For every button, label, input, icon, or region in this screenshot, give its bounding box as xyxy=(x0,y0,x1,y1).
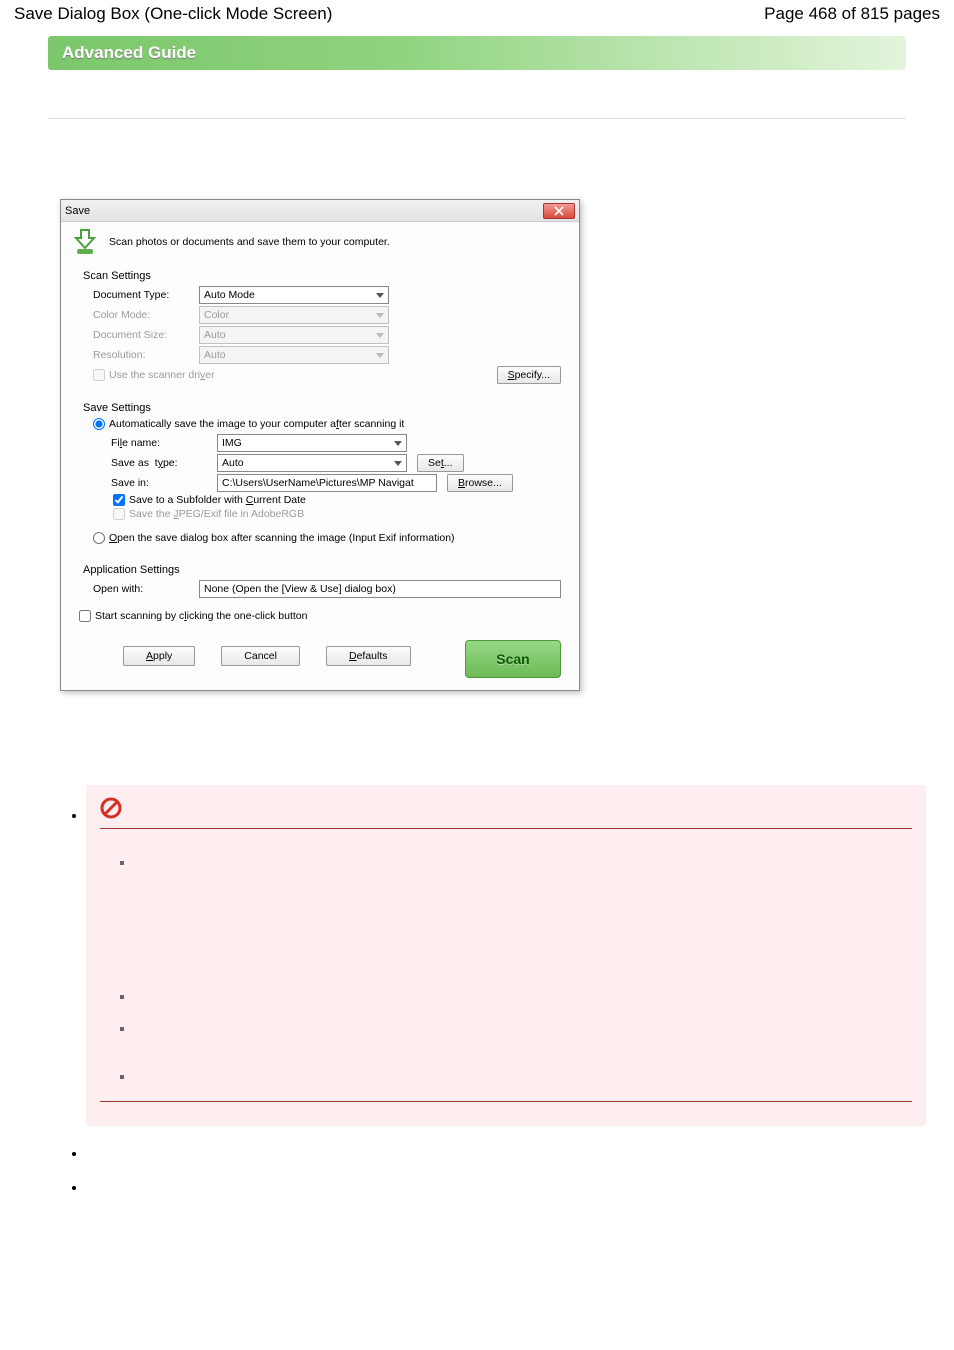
open-save-radio[interactable] xyxy=(93,532,105,544)
open-with-value: None (Open the [View & Use] dialog box) xyxy=(204,583,396,595)
resolution-value: Auto xyxy=(204,349,226,361)
defaults-button[interactable]: Defaults xyxy=(326,646,411,666)
page-title: Save Dialog Box (One-click Mode Screen) xyxy=(14,4,332,24)
divider xyxy=(48,118,906,119)
list-item xyxy=(86,1146,926,1160)
open-with-select[interactable]: None (Open the [View & Use] dialog box) xyxy=(199,580,561,598)
chevron-down-icon xyxy=(376,313,384,318)
advanced-guide-label: Advanced Guide xyxy=(62,43,196,63)
save-as-type-select[interactable]: Auto xyxy=(217,454,407,472)
use-scanner-driver-checkbox xyxy=(93,369,105,381)
page-counter: Page 468 of 815 pages xyxy=(764,4,940,24)
chevron-down-icon xyxy=(376,293,384,298)
start-scanning-label: Start scanning by clicking the one-click… xyxy=(95,610,307,622)
set-button[interactable]: Set... xyxy=(417,454,464,472)
document-type-label: Document Type: xyxy=(79,289,199,301)
open-save-radio-row[interactable]: Open the save dialog box after scanning … xyxy=(93,532,561,544)
list-item xyxy=(134,989,912,1003)
subfolder-checkbox[interactable] xyxy=(113,494,125,506)
save-as-type-label: Save as type: xyxy=(97,457,217,469)
auto-save-radio[interactable] xyxy=(93,418,105,430)
list-item xyxy=(134,1021,912,1035)
adobergb-label: Save the JPEG/Exif file in AdobeRGB xyxy=(129,508,304,520)
apply-button[interactable]: Apply xyxy=(123,646,195,666)
chevron-down-icon xyxy=(394,461,402,466)
use-scanner-driver-label: Use the scanner driver xyxy=(109,369,215,381)
open-save-radio-label: Open the save dialog box after scanning … xyxy=(109,532,455,544)
list-item xyxy=(134,855,912,869)
subfolder-label: Save to a Subfolder with Current Date xyxy=(129,494,306,506)
resolution-label: Resolution: xyxy=(79,349,199,361)
close-icon xyxy=(554,206,564,216)
scan-button[interactable]: Scan xyxy=(465,640,561,678)
cancel-button[interactable]: Cancel xyxy=(221,646,300,666)
auto-save-radio-row[interactable]: Automatically save the image to your com… xyxy=(93,418,561,430)
note-box xyxy=(86,785,926,1126)
save-in-label: Save in: xyxy=(97,477,217,489)
specify-button[interactable]: Specify... xyxy=(497,366,561,384)
app-settings-heading: Application Settings xyxy=(83,564,561,576)
prohibit-icon xyxy=(100,797,122,819)
use-scanner-driver-row: Use the scanner driver xyxy=(93,369,215,381)
subfolder-row[interactable]: Save to a Subfolder with Current Date xyxy=(113,494,561,506)
document-type-value: Auto Mode xyxy=(204,289,255,301)
file-name-field[interactable]: IMG xyxy=(217,434,407,452)
document-size-label: Document Size: xyxy=(79,329,199,341)
save-dialog: Save Scan photos or documents and save t… xyxy=(60,199,580,691)
dialog-subtitle: Scan photos or documents and save them t… xyxy=(109,236,390,248)
auto-save-radio-label: Automatically save the image to your com… xyxy=(109,418,404,430)
save-in-field: C:\Users\UserName\Pictures\MP Navigat xyxy=(217,474,437,492)
close-button[interactable] xyxy=(543,203,575,219)
color-mode-select: Color xyxy=(199,306,389,324)
dialog-titlebar: Save xyxy=(61,200,579,222)
start-scanning-checkbox[interactable] xyxy=(79,610,91,622)
list-item xyxy=(86,755,926,1126)
document-size-value: Auto xyxy=(204,329,226,341)
dialog-title: Save xyxy=(65,205,539,217)
scan-settings-heading: Scan Settings xyxy=(83,270,561,282)
open-with-label: Open with: xyxy=(93,583,199,595)
file-name-value: IMG xyxy=(222,437,242,449)
list-item xyxy=(134,1069,912,1083)
chevron-down-icon xyxy=(376,353,384,358)
adobergb-row: Save the JPEG/Exif file in AdobeRGB xyxy=(113,508,561,520)
save-in-value: C:\Users\UserName\Pictures\MP Navigat xyxy=(222,477,414,489)
adobergb-checkbox xyxy=(113,508,125,520)
advanced-guide-bar: Advanced Guide xyxy=(48,36,906,70)
start-scanning-row[interactable]: Start scanning by clicking the one-click… xyxy=(79,610,561,622)
save-icon xyxy=(71,228,99,256)
list-item xyxy=(86,1180,926,1194)
document-type-select[interactable]: Auto Mode xyxy=(199,286,389,304)
color-mode-value: Color xyxy=(204,309,229,321)
browse-button[interactable]: Browse... xyxy=(447,474,513,492)
color-mode-label: Color Mode: xyxy=(79,309,199,321)
file-name-label: File name: xyxy=(97,437,217,449)
resolution-select: Auto xyxy=(199,346,389,364)
chevron-down-icon xyxy=(376,333,384,338)
save-settings-heading: Save Settings xyxy=(83,402,561,414)
chevron-down-icon xyxy=(394,441,402,446)
save-as-type-value: Auto xyxy=(222,457,244,469)
document-size-select: Auto xyxy=(199,326,389,344)
